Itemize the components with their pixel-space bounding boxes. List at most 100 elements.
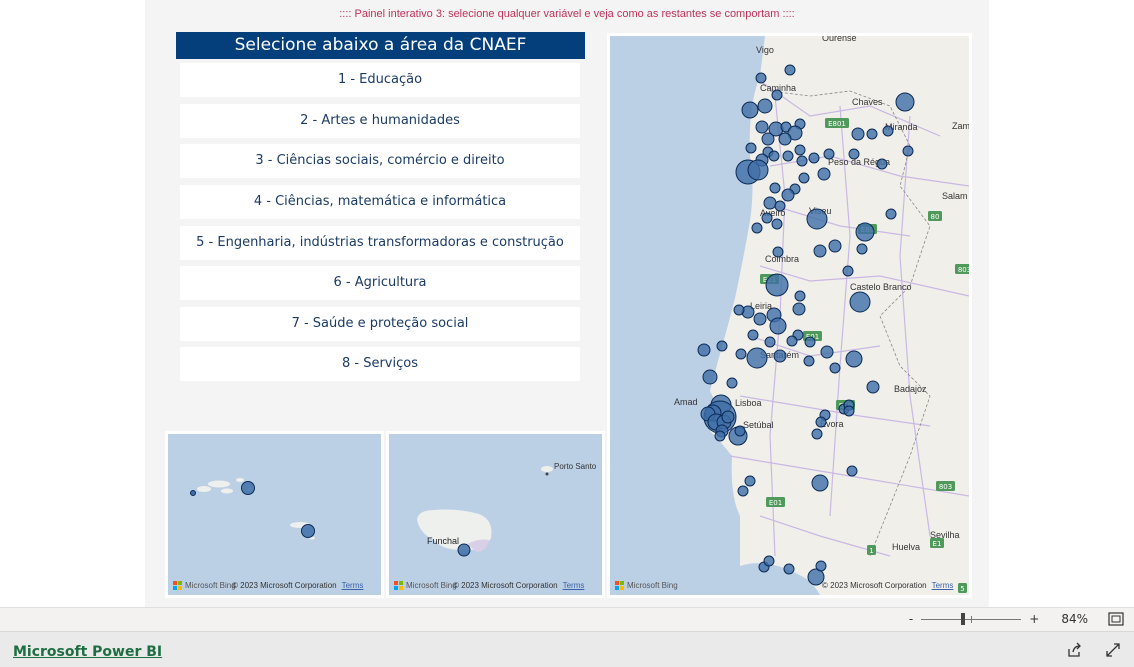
zoom-slider[interactable] bbox=[921, 612, 1022, 626]
map-bubble[interactable] bbox=[778, 132, 792, 146]
map-bubble[interactable] bbox=[851, 127, 865, 141]
map-bubble[interactable] bbox=[747, 159, 769, 181]
map-bubble[interactable] bbox=[829, 362, 841, 374]
map-bubble[interactable] bbox=[769, 182, 781, 194]
map-bubble[interactable] bbox=[726, 377, 738, 389]
cnaef-option-3[interactable]: 3 - Ciências sociais, comércio e direito bbox=[180, 144, 580, 178]
map-bubble[interactable] bbox=[702, 369, 718, 385]
map-bubble[interactable] bbox=[792, 302, 806, 316]
map-bubble[interactable] bbox=[784, 64, 796, 76]
map-bubble[interactable] bbox=[823, 148, 835, 160]
madeira-map-canvas[interactable]: Funchal Porto Santo bbox=[389, 434, 602, 595]
map-bubble[interactable] bbox=[764, 336, 776, 348]
map-bubble[interactable] bbox=[811, 428, 823, 440]
map-bubble[interactable] bbox=[811, 474, 829, 492]
map-bubble[interactable] bbox=[755, 120, 769, 134]
map-bubble[interactable] bbox=[815, 560, 827, 572]
map-bubble[interactable] bbox=[794, 144, 806, 156]
map-bubble[interactable] bbox=[735, 348, 747, 360]
map-bubble[interactable] bbox=[737, 485, 749, 497]
map-bubble[interactable] bbox=[774, 200, 786, 212]
map-bubble[interactable] bbox=[763, 196, 777, 210]
map-bubble[interactable] bbox=[765, 273, 789, 297]
map-bubble[interactable] bbox=[882, 125, 894, 137]
map-bubble[interactable] bbox=[763, 555, 775, 567]
map-bubble[interactable] bbox=[855, 222, 875, 242]
map-bubble[interactable] bbox=[721, 410, 735, 424]
map-bubble[interactable] bbox=[747, 329, 759, 341]
map-bubble[interactable] bbox=[895, 92, 915, 112]
map-bubble[interactable] bbox=[782, 150, 794, 162]
map-bubble[interactable] bbox=[761, 132, 775, 146]
map-bubble[interactable] bbox=[697, 343, 711, 357]
map-bubble[interactable] bbox=[796, 155, 808, 167]
map-bubble[interactable] bbox=[744, 475, 756, 487]
map-bubble[interactable] bbox=[768, 150, 780, 162]
zoom-slider-thumb[interactable] bbox=[961, 613, 966, 625]
map-bubble[interactable] bbox=[817, 167, 831, 181]
map-bubble[interactable] bbox=[781, 188, 795, 202]
zoom-out-button[interactable]: - bbox=[909, 612, 913, 626]
map-bubble[interactable] bbox=[866, 128, 878, 140]
map-bubble[interactable] bbox=[876, 158, 888, 170]
map-bubble[interactable] bbox=[846, 465, 858, 477]
azores-map-canvas[interactable] bbox=[168, 434, 381, 595]
map-bubble[interactable] bbox=[772, 246, 784, 258]
cnaef-option-5[interactable]: 5 - Engenharia, indústrias transformador… bbox=[180, 226, 580, 260]
azores-map[interactable]: Microsoft Bing © 2023 Microsoft Corporat… bbox=[165, 431, 384, 598]
zoom-in-button[interactable]: + bbox=[1029, 612, 1039, 626]
map-bubble[interactable] bbox=[753, 312, 767, 326]
map-bubble[interactable] bbox=[798, 172, 810, 184]
cnaef-option-7[interactable]: 7 - Saúde e proteção social bbox=[180, 307, 580, 341]
map-bubble[interactable] bbox=[803, 355, 815, 367]
map-bubble[interactable] bbox=[885, 208, 897, 220]
map-bubble[interactable] bbox=[771, 218, 783, 230]
map-bubble[interactable] bbox=[866, 380, 880, 394]
fullscreen-icon[interactable] bbox=[1105, 642, 1121, 658]
map-bubble[interactable] bbox=[820, 345, 834, 359]
cnaef-option-2[interactable]: 2 - Artes e humanidades bbox=[180, 104, 580, 138]
map-bubble[interactable] bbox=[902, 145, 914, 157]
cnaef-option-4[interactable]: 4 - Ciências, matemática e informática bbox=[180, 185, 580, 219]
map-bubble[interactable] bbox=[849, 291, 871, 313]
cnaef-option-6[interactable]: 6 - Agricultura bbox=[180, 266, 580, 300]
map-bubble[interactable] bbox=[813, 244, 827, 258]
map-bubble[interactable] bbox=[734, 425, 746, 437]
mainland-map[interactable]: Vigo Ourense Caminha Chaves Miranda Zam Peso d… bbox=[607, 33, 972, 598]
fit-to-page-icon[interactable] bbox=[1108, 612, 1124, 626]
map-bubble[interactable] bbox=[761, 212, 773, 224]
map-bubble[interactable] bbox=[745, 142, 757, 154]
map-bubble[interactable] bbox=[773, 349, 787, 363]
cnaef-option-8[interactable]: 8 - Serviços bbox=[180, 347, 580, 381]
cnaef-option-1[interactable]: 1 - Educação bbox=[180, 63, 580, 97]
map-bubble[interactable] bbox=[856, 243, 868, 255]
map-bubble[interactable] bbox=[783, 563, 795, 575]
map-bubble[interactable] bbox=[733, 304, 745, 316]
map-bubble[interactable] bbox=[741, 101, 759, 119]
map-bubble[interactable] bbox=[716, 340, 728, 352]
share-icon[interactable] bbox=[1066, 642, 1082, 658]
map-bubble[interactable] bbox=[804, 336, 816, 348]
terms-link[interactable]: Terms bbox=[563, 581, 585, 590]
map-bubble[interactable] bbox=[746, 347, 768, 369]
map-bubble[interactable] bbox=[757, 98, 773, 114]
madeira-map[interactable]: Funchal Porto Santo Microsoft Bing © 202… bbox=[386, 431, 605, 598]
map-bubble[interactable] bbox=[755, 72, 767, 84]
terms-link[interactable]: Terms bbox=[932, 581, 954, 590]
map-bubble[interactable] bbox=[806, 208, 828, 230]
terms-link[interactable]: Terms bbox=[342, 581, 364, 590]
mainland-map-canvas[interactable]: VigoOurenseCaminhaChavesMiranda ZamPeso d… bbox=[610, 36, 969, 595]
map-bubble[interactable] bbox=[842, 265, 854, 277]
map-bubble[interactable] bbox=[771, 89, 783, 101]
map-bubble[interactable] bbox=[786, 335, 798, 347]
map-bubble[interactable] bbox=[751, 222, 763, 234]
map-bubble[interactable] bbox=[848, 148, 860, 160]
map-bubble[interactable] bbox=[794, 290, 806, 302]
map-bubble[interactable] bbox=[815, 416, 827, 428]
map-bubble[interactable] bbox=[845, 350, 863, 368]
map-bubble[interactable] bbox=[843, 405, 855, 417]
map-bubble[interactable] bbox=[828, 239, 842, 253]
map-bubble[interactable] bbox=[808, 152, 820, 164]
map-bubble[interactable] bbox=[714, 430, 726, 442]
powerbi-link[interactable]: Microsoft Power BI bbox=[13, 644, 162, 660]
